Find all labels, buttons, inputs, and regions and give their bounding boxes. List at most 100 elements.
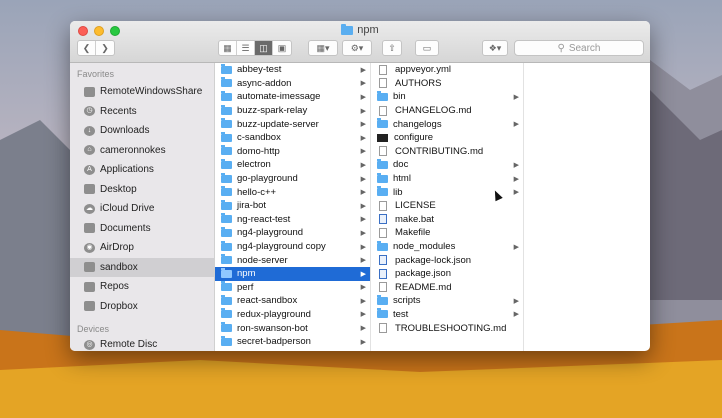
list-item[interactable]: AUTHORS	[371, 77, 523, 91]
list-item[interactable]: make.bat	[371, 213, 523, 227]
list-item[interactable]: appveyor.yml	[371, 63, 523, 77]
column-view-icon[interactable]: ◫	[255, 41, 273, 55]
sidebar-item-repos[interactable]: Repos	[70, 277, 214, 297]
folder-icon	[221, 294, 232, 305]
icon-view-icon[interactable]: ▦	[219, 41, 237, 55]
list-item[interactable]: README.md	[371, 281, 523, 295]
list-item[interactable]: abbey-test ▶	[215, 63, 370, 77]
folder-icon	[377, 294, 388, 305]
item-name: LICENSE	[395, 200, 436, 212]
list-item[interactable]: domo-http ▶	[215, 145, 370, 159]
list-item[interactable]: async-addon ▶	[215, 77, 370, 91]
folder-icon	[84, 262, 95, 273]
list-item[interactable]: node_modules ▶	[371, 240, 523, 254]
list-item[interactable]: TROUBLESHOOTING.md	[371, 321, 523, 335]
search-input[interactable]: ⚲ Search	[514, 40, 644, 56]
sidebar-item-desktop[interactable]: Desktop	[70, 180, 214, 200]
list-item[interactable]: buzz-spark-relay ▶	[215, 104, 370, 118]
list-item[interactable]: CONTRIBUTING.md	[371, 145, 523, 159]
list-item[interactable]: react-sandbox ▶	[215, 294, 370, 308]
terminal-icon	[377, 133, 388, 142]
disclosure-arrow-icon: ▶	[360, 121, 366, 129]
list-item[interactable]: changelogs ▶	[371, 117, 523, 131]
sidebar-item-dropbox[interactable]: Dropbox	[70, 297, 214, 317]
list-item[interactable]: html ▶	[371, 172, 523, 186]
list-item[interactable]: hello-c++ ▶	[215, 185, 370, 199]
chevron-left-icon[interactable]: ❮	[78, 41, 96, 55]
list-item[interactable]: go-playground ▶	[215, 172, 370, 186]
list-view-icon[interactable]: ☰	[237, 41, 255, 55]
item-name: package-lock.json	[395, 254, 472, 266]
item-name: bin	[393, 91, 406, 103]
dropbox-button[interactable]: ❖▾	[482, 40, 508, 56]
list-item[interactable]: CHANGELOG.md	[371, 104, 523, 118]
list-item[interactable]: electron ▶	[215, 158, 370, 172]
item-name: AUTHORS	[395, 77, 442, 89]
folder-icon	[377, 308, 388, 319]
folder-icon	[377, 118, 388, 129]
cover-flow-icon[interactable]: ▣	[273, 41, 291, 55]
list-item[interactable]: ng4-playground copy ▶	[215, 240, 370, 254]
list-item[interactable]: secret-badperson ▶	[215, 335, 370, 349]
list-item[interactable]: c-sandbox ▶	[215, 131, 370, 145]
item-name: buzz-update-server	[237, 118, 319, 130]
sidebar-item-icloud-drive[interactable]: ☁ iCloud Drive	[70, 199, 214, 219]
sidebar-item-label: sandbox	[100, 261, 138, 273]
list-item[interactable]: npm ▶	[215, 266, 370, 281]
script-file-icon	[379, 255, 387, 266]
list-item[interactable]: buzz-update-server ▶	[215, 117, 370, 131]
sidebar-item-label: Recents	[100, 105, 137, 117]
disclosure-arrow-icon: ▶	[513, 311, 519, 319]
item-name: redux-playground	[237, 308, 311, 320]
list-item[interactable]: automate-imessage ▶	[215, 90, 370, 104]
list-item[interactable]: ron-swanson-bot ▶	[215, 321, 370, 335]
list-item[interactable]: doc ▶	[371, 158, 523, 172]
item-name: ng-react-test	[237, 213, 291, 225]
item-name: buzz-spark-relay	[237, 105, 308, 117]
list-item[interactable]: scripts ▶	[371, 294, 523, 308]
list-item[interactable]: jira-bot ▶	[215, 199, 370, 213]
chevron-right-icon[interactable]: ❯	[96, 41, 114, 55]
list-item[interactable]: package.json	[371, 267, 523, 281]
sidebar-item-remotewindowsshare[interactable]: RemoteWindowsShare	[70, 82, 214, 102]
tag-icon: ▭	[422, 42, 432, 53]
folder-icon	[377, 158, 388, 169]
sidebar-item-cameronnokes[interactable]: ⌂ cameronnokes	[70, 141, 214, 161]
sidebar-item-remote-disc[interactable]: ◎ Remote Disc	[70, 335, 214, 351]
sidebar-item-applications[interactable]: A Applications	[70, 160, 214, 180]
column-empty	[524, 63, 650, 351]
list-item[interactable]: perf ▶	[215, 281, 370, 295]
list-item[interactable]: test ▶	[371, 308, 523, 322]
list-item[interactable]: redux-playground ▶	[215, 308, 370, 322]
sidebar-item-sandbox[interactable]: sandbox	[70, 257, 214, 277]
list-item[interactable]: node-server ▶	[215, 253, 370, 267]
sidebar-item-label: Dropbox	[100, 300, 138, 312]
disclosure-arrow-icon: ▶	[360, 148, 366, 156]
list-item[interactable]: configure	[371, 131, 523, 145]
list-item[interactable]: LICENSE	[371, 199, 523, 213]
list-item[interactable]: ng4-playground ▶	[215, 226, 370, 240]
share-button[interactable]: ⇧	[382, 40, 402, 56]
item-name: changelogs	[393, 118, 442, 130]
document-icon	[379, 78, 387, 89]
sidebar-item-label: iCloud Drive	[100, 203, 155, 215]
group-button[interactable]: ▦▾	[308, 40, 338, 56]
list-item[interactable]: Makefile	[371, 226, 523, 240]
sidebar-item-airdrop[interactable]: ◉ AirDrop	[70, 238, 214, 258]
disclosure-arrow-icon: ▶	[360, 270, 366, 278]
sidebar-item-label: Applications	[100, 164, 154, 176]
sidebar-item-recents[interactable]: ◷ Recents	[70, 102, 214, 122]
tags-button[interactable]: ▭	[415, 40, 439, 56]
folder-icon	[221, 308, 232, 319]
sidebar-item-downloads[interactable]: ↓ Downloads	[70, 121, 214, 141]
folder-icon	[84, 281, 95, 292]
list-item[interactable]: package-lock.json	[371, 253, 523, 267]
sidebar-item-documents[interactable]: Documents	[70, 219, 214, 239]
list-item[interactable]: ng-react-test ▶	[215, 213, 370, 227]
disclosure-arrow-icon: ▶	[360, 229, 366, 237]
action-button[interactable]: ⚙▾	[342, 40, 372, 56]
disclosure-arrow-icon: ▶	[360, 66, 366, 74]
folder-icon	[221, 267, 232, 278]
disclosure-arrow-icon: ▶	[360, 216, 366, 224]
list-item[interactable]: bin ▶	[371, 90, 523, 104]
